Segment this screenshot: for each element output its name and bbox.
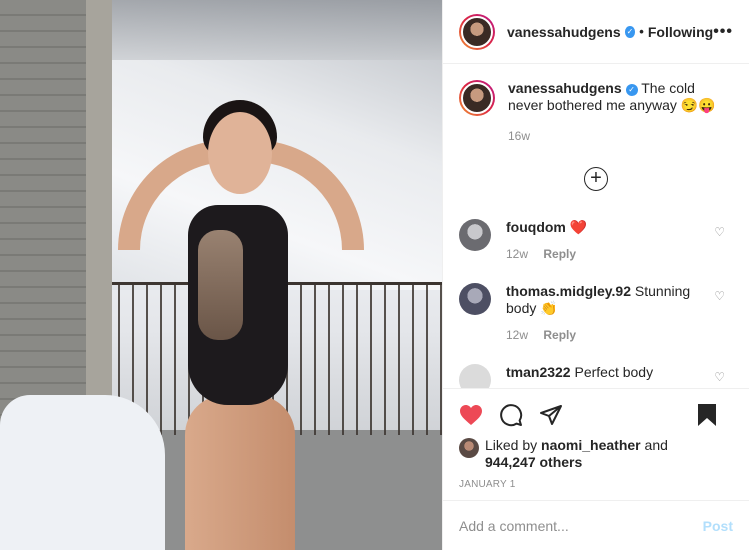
post-side-panel: vanessahudgens ✓ • Following ••• vanessa…: [442, 0, 749, 550]
photo-towel: [0, 395, 165, 550]
comment-time[interactable]: 12w: [506, 328, 528, 342]
post-header: vanessahudgens ✓ • Following •••: [443, 0, 749, 64]
comment-meta: 12w Reply: [506, 246, 713, 263]
comment-item: tman2322 Perfect body ♡: [459, 364, 733, 388]
author-username[interactable]: vanessahudgens: [507, 24, 621, 40]
likes-conjunction: and: [640, 437, 668, 453]
comment-like-heart-icon[interactable]: ♡: [714, 225, 725, 239]
likes-summary: Liked by naomi_heather and 944,247 other…: [459, 437, 733, 471]
post-caption: vanessahudgens ✓ The cold never bothered …: [459, 80, 733, 145]
reply-button[interactable]: Reply: [543, 247, 576, 261]
comment-input[interactable]: [459, 517, 703, 534]
comment-text: Perfect body: [574, 364, 654, 380]
share-paper-plane-icon[interactable]: [539, 403, 563, 427]
comment-avatar[interactable]: [459, 219, 491, 251]
add-comment-bar: Post: [443, 500, 749, 550]
load-more-comments[interactable]: +: [459, 167, 733, 191]
photo-trees: [100, 0, 442, 60]
like-heart-icon[interactable]: [459, 404, 483, 426]
likes-count[interactable]: 944,247 others: [485, 454, 582, 470]
reply-button[interactable]: Reply: [543, 328, 576, 342]
caption-avatar[interactable]: [459, 80, 495, 116]
comment-bubble-icon[interactable]: [499, 403, 523, 427]
comment-avatar[interactable]: [459, 283, 491, 315]
comments-list[interactable]: vanessahudgens ✓ The cold never bothered …: [443, 64, 749, 388]
verified-badge-icon: ✓: [624, 25, 636, 38]
comment-username[interactable]: tman2322: [506, 364, 571, 380]
comment-like-heart-icon[interactable]: ♡: [714, 289, 725, 303]
comment-meta: 12w Reply: [506, 327, 713, 344]
likes-text: Liked by naomi_heather and 944,247 other…: [485, 437, 668, 471]
comment-body: fouqdom ❤️ 12w Reply: [506, 219, 733, 263]
caption-time[interactable]: 16w: [508, 128, 530, 145]
bookmark-icon[interactable]: [697, 403, 717, 427]
caption-avatar-image: [461, 82, 493, 114]
liker-username[interactable]: naomi_heather: [541, 437, 641, 453]
photo-person-face: [208, 112, 272, 194]
post-comment-button[interactable]: Post: [703, 518, 733, 534]
caption-body: vanessahudgens ✓ The cold never bothered …: [508, 80, 733, 145]
comment-avatar[interactable]: [459, 364, 491, 388]
more-options-icon[interactable]: •••: [713, 23, 733, 41]
comment-like-heart-icon[interactable]: ♡: [714, 370, 725, 384]
post-photo[interactable]: [0, 0, 442, 550]
action-row: [459, 395, 733, 435]
comment-time[interactable]: 12w: [506, 247, 528, 261]
instagram-post: vanessahudgens ✓ • Following ••• vanessa…: [0, 0, 749, 550]
comment-item: thomas.midgley.92 Stunning body 👏 12w Re…: [459, 283, 733, 344]
comment-body: tman2322 Perfect body: [506, 364, 733, 388]
comment-username[interactable]: thomas.midgley.92: [506, 283, 631, 299]
comment-text: ❤️: [569, 219, 588, 235]
photo-tiger-print: [198, 230, 243, 340]
post-actions: Liked by naomi_heather and 944,247 other…: [443, 388, 749, 500]
header-separator: •: [639, 24, 644, 39]
following-button[interactable]: Following: [648, 24, 713, 40]
author-avatar[interactable]: [459, 13, 495, 50]
author-avatar-image: [461, 15, 493, 48]
comment-item: fouqdom ❤️ 12w Reply ♡: [459, 219, 733, 263]
post-date[interactable]: JANUARY 1: [459, 479, 733, 500]
verified-badge-icon: ✓: [625, 84, 638, 96]
photo-person-legs: [185, 395, 295, 550]
liker-avatar[interactable]: [459, 438, 479, 458]
comment-body: thomas.midgley.92 Stunning body 👏 12w Re…: [506, 283, 733, 344]
likes-prefix: Liked by: [485, 437, 542, 453]
caption-username[interactable]: vanessahudgens: [508, 80, 622, 96]
comment-username[interactable]: fouqdom: [506, 219, 566, 235]
plus-circle-icon[interactable]: +: [584, 167, 608, 191]
